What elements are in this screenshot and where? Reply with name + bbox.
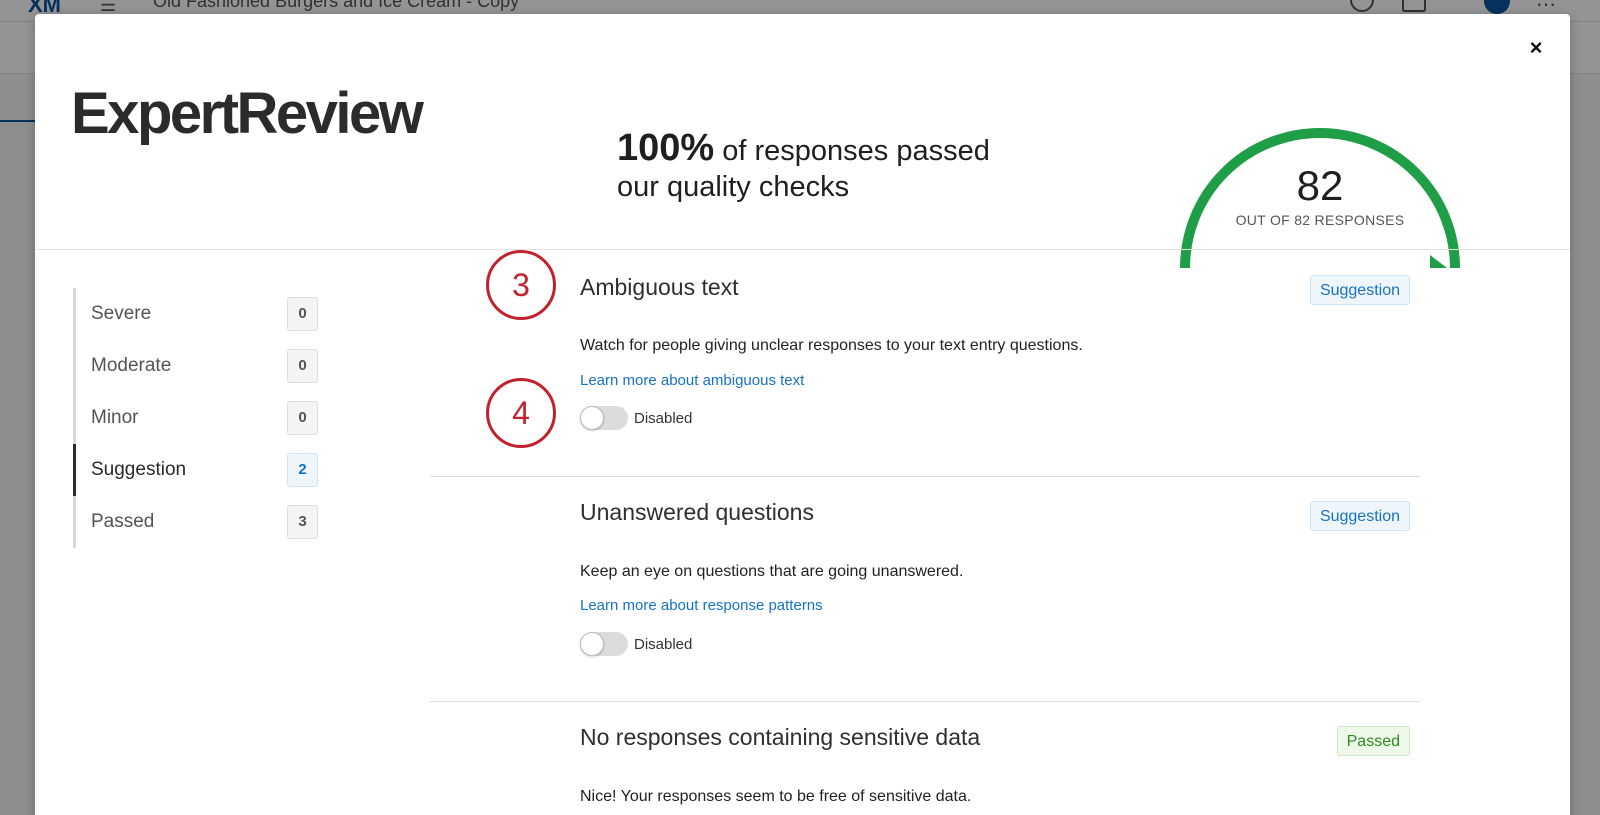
check-title: Unanswered questions: [580, 499, 814, 525]
summary-percent: 100%: [617, 127, 715, 169]
summary-text-line2: our quality checks: [617, 171, 850, 203]
sidebar-item-count: 2: [287, 453, 318, 487]
summary-text-line1: of responses passed: [714, 135, 990, 167]
gauge-arrow-icon: [1430, 255, 1447, 268]
sidebar-item-label: Moderate: [91, 355, 172, 376]
sidebar-item-count: 0: [287, 297, 318, 331]
expert-review-modal: × ExpertReview 100% of responses passed …: [35, 14, 1570, 815]
status-badge: Suggestion: [1309, 275, 1410, 305]
check-unanswered-questions: Unanswered questions Suggestion Keep an …: [430, 477, 1420, 702]
learn-more-link[interactable]: Learn more about response patterns: [580, 597, 823, 614]
gauge-subtitle: OUT OF 82 RESPONSES: [1235, 212, 1405, 228]
sidebar-item-label: Severe: [91, 303, 152, 324]
check-title: No responses containing sensitive data: [580, 724, 981, 750]
sidebar-item-label: Suggestion: [91, 459, 187, 480]
sidebar-item-count: 0: [287, 349, 318, 383]
gauge-value: 82: [1296, 162, 1344, 209]
sidebar-item-passed[interactable]: Passed 3: [76, 496, 318, 548]
toggle-label: Disabled: [634, 410, 693, 427]
check-description: Keep an eye on questions that are going …: [580, 563, 964, 580]
check-description: Watch for people giving unclear response…: [580, 337, 1083, 354]
sidebar-item-suggestion[interactable]: Suggestion 2: [73, 444, 318, 496]
sidebar-item-label: Passed: [91, 511, 155, 532]
sidebar-item-label: Minor: [91, 407, 139, 428]
severity-sidebar: Severe 0 Moderate 0 Minor 0 Suggestion 2…: [73, 288, 318, 548]
expertreview-logo: ExpertReview: [71, 81, 424, 146]
toggle-knob: [580, 632, 604, 656]
check-ambiguous-text: Ambiguous text Suggestion Watch for peop…: [430, 250, 1420, 477]
close-button[interactable]: ×: [1524, 36, 1548, 60]
enable-toggle[interactable]: [580, 406, 628, 430]
learn-more-link[interactable]: Learn more about ambiguous text: [580, 372, 804, 389]
status-badge: Suggestion: [1309, 501, 1410, 531]
annotation-step-3: 3: [486, 250, 556, 320]
annotation-step-4: 4: [486, 378, 556, 448]
check-title: Ambiguous text: [580, 274, 739, 300]
toggle-knob: [580, 406, 604, 430]
check-sensitive-data: No responses containing sensitive data P…: [430, 702, 1420, 815]
check-description: Nice! Your responses seem to be free of …: [580, 788, 972, 805]
enable-toggle[interactable]: [580, 632, 628, 656]
toggle-label: Disabled: [634, 636, 693, 653]
status-badge: Passed: [1336, 726, 1410, 756]
quality-summary: 100% of responses passed our quality che…: [617, 127, 990, 205]
sidebar-item-minor[interactable]: Minor 0: [76, 392, 318, 444]
sidebar-item-severe[interactable]: Severe 0: [76, 288, 318, 340]
sidebar-item-moderate[interactable]: Moderate 0: [76, 340, 318, 392]
sidebar-item-count: 0: [287, 401, 318, 435]
sidebar-item-count: 3: [287, 505, 318, 539]
